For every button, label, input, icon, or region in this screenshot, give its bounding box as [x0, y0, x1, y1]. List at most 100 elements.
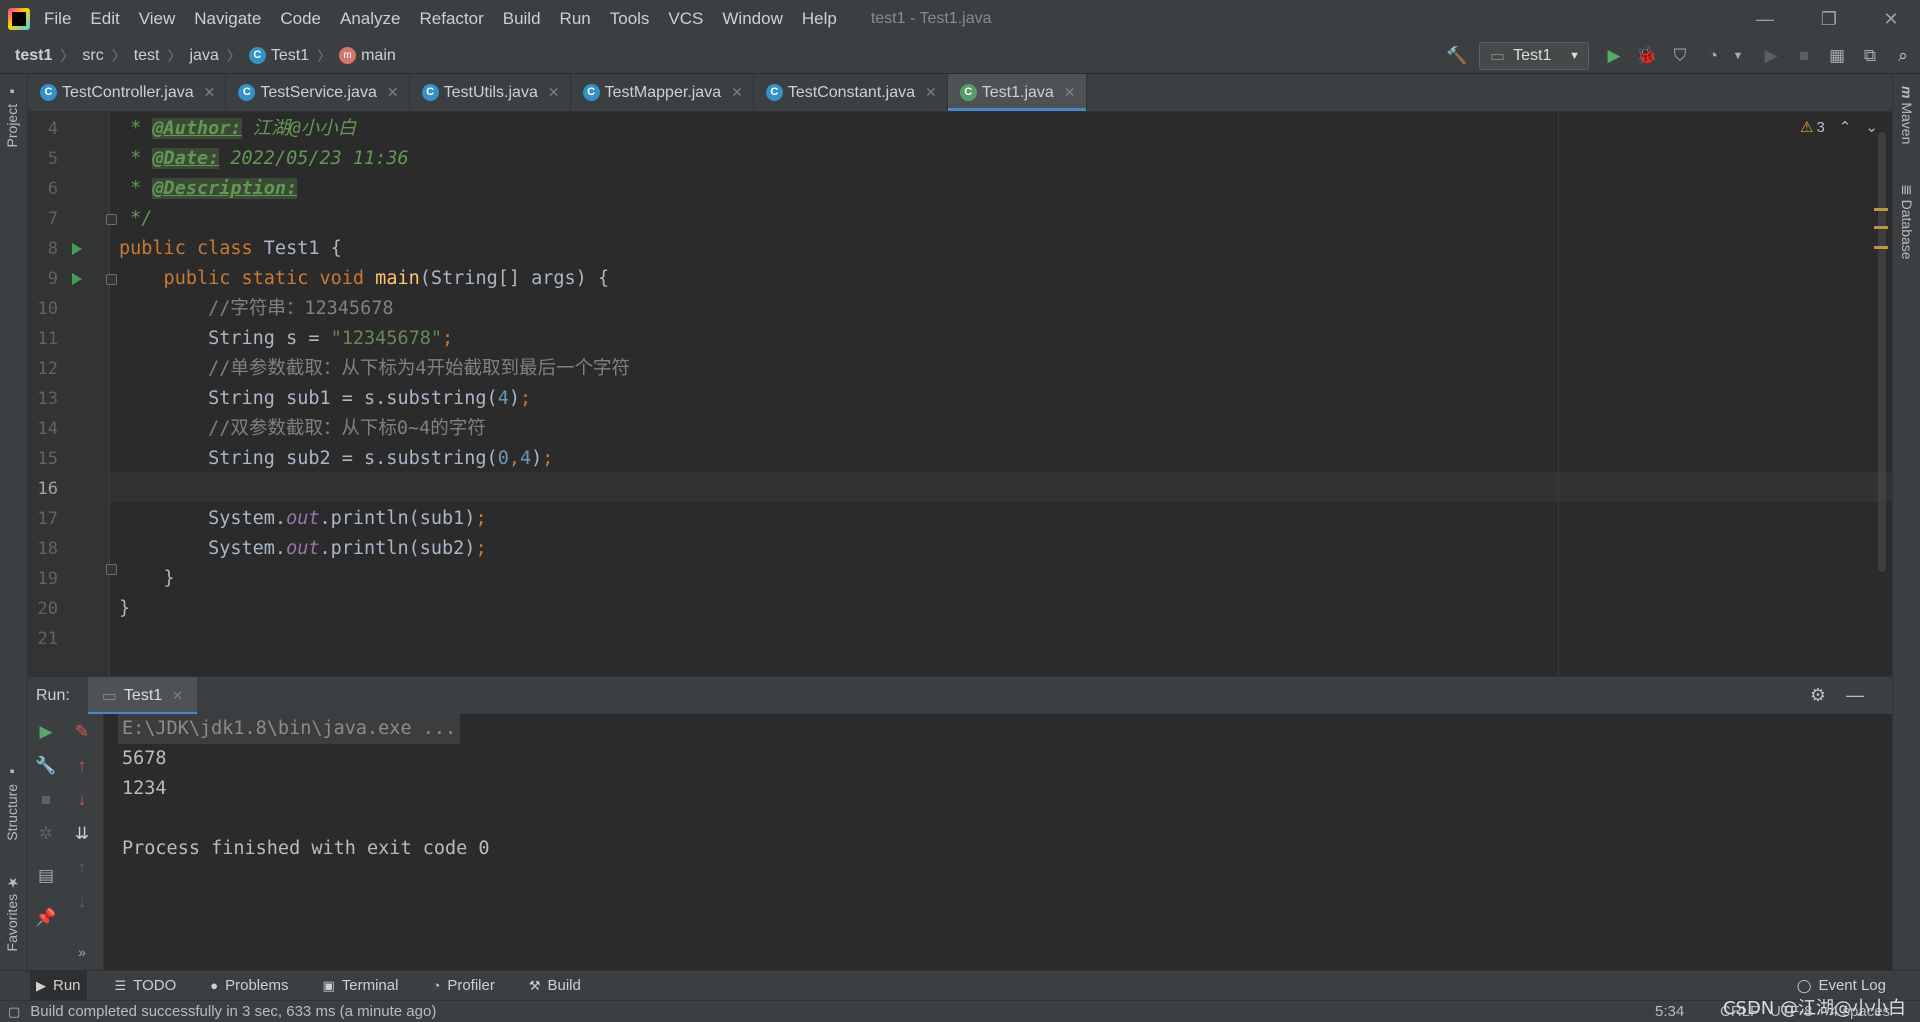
fold-marker-icon[interactable] [106, 564, 117, 575]
menu-view[interactable]: View [139, 9, 176, 29]
close-icon[interactable]: ✕ [731, 84, 743, 101]
code-line: //单参数截取：从下标为4开始截取到最后一个字符 [119, 354, 630, 384]
close-icon[interactable]: ✕ [172, 688, 183, 704]
favorites-tool-tab[interactable]: Favorites ★ [4, 874, 20, 951]
tool-tab-build[interactable]: ⚒ Build [523, 971, 587, 1001]
toggle-tool-windows-icon[interactable]: ▢ [8, 1004, 20, 1020]
layout-icon[interactable]: ▤ [34, 864, 58, 888]
close-icon[interactable]: ✕ [1064, 84, 1076, 101]
run-tab-test1[interactable]: ▭ Test1 ✕ [87, 676, 198, 715]
menu-help[interactable]: Help [802, 9, 837, 29]
close-icon[interactable]: ✕ [204, 84, 216, 101]
menu-edit[interactable]: Edit [90, 9, 119, 29]
run-class-gutter-icon[interactable] [72, 243, 82, 255]
tool-tab-profiler[interactable]: ◔ Profiler [426, 971, 500, 1001]
chevron-right-icon: 〉 [111, 47, 126, 64]
fold-marker-icon[interactable] [106, 214, 117, 225]
wrench-icon[interactable]: 🔧 [34, 754, 58, 778]
structure-tool-tab[interactable]: Structure ▪ [4, 764, 20, 841]
console-line: 5678 [122, 748, 167, 769]
line-number: 8 [47, 239, 58, 259]
arrow-down-icon[interactable]: ↓ [70, 788, 94, 812]
number-literal: 0 [497, 448, 509, 469]
tool-tab-terminal[interactable]: ▣ Terminal [316, 971, 404, 1001]
clear-console-icon[interactable]: ✎ [70, 720, 94, 744]
tool-tab-problems[interactable]: ● Problems [204, 971, 294, 1001]
inspection-widget[interactable]: ⚠ 3 ⌃ ⌄ [1800, 118, 1878, 137]
menu-vcs[interactable]: VCS [668, 9, 703, 29]
status-message[interactable]: Build completed successfully in 3 sec, 6… [30, 1003, 436, 1020]
database-tool-tab[interactable]: ≣ Database [1899, 184, 1915, 260]
debug-bug-icon[interactable]: 🐞 [1636, 45, 1658, 67]
search-icon[interactable]: ⌕ [1892, 45, 1914, 67]
tab-testservice[interactable]: C TestService.java ✕ [226, 74, 410, 111]
arrow-up-icon[interactable]: ↑ [70, 754, 94, 778]
run-tab-label: Test1 [123, 686, 163, 704]
hide-panel-icon[interactable]: — [1846, 685, 1864, 706]
warning-stripe-marker[interactable] [1874, 246, 1888, 249]
chevron-up-icon[interactable]: ⌃ [1839, 118, 1852, 136]
tool-tab-run[interactable]: ▶ Run [30, 970, 87, 1001]
run-configuration-select[interactable]: ▭ Test1 ▼ [1479, 42, 1589, 70]
profile-icon[interactable]: ◔ [1702, 45, 1724, 67]
menu-run[interactable]: Run [560, 9, 591, 29]
project-tool-tab[interactable]: Project ▪ [4, 84, 20, 147]
warning-stripe-marker[interactable] [1874, 208, 1888, 211]
menu-tools[interactable]: Tools [610, 9, 650, 29]
tab-test1[interactable]: C Test1.java ✕ [947, 74, 1087, 111]
presentation-icon[interactable]: ⧉ [1859, 45, 1881, 67]
run-method-gutter-icon[interactable] [72, 273, 82, 285]
chevron-down-icon[interactable]: ▼ [1727, 45, 1749, 67]
close-button[interactable]: ✕ [1862, 0, 1920, 38]
warning-count: 3 [1816, 118, 1825, 136]
gear-icon[interactable]: ⚙ [1810, 685, 1826, 706]
tab-testcontroller[interactable]: C TestController.java ✕ [28, 74, 227, 111]
menu-analyze[interactable]: Analyze [340, 9, 400, 29]
menu-window[interactable]: Window [722, 9, 782, 29]
menu-navigate[interactable]: Navigate [194, 9, 261, 29]
console-command-line[interactable]: E:\JDK\jdk1.8\bin\java.exe ... [118, 714, 461, 744]
menu-build[interactable]: Build [503, 9, 541, 29]
console-output[interactable]: E:\JDK\jdk1.8\bin\java.exe ... 5678 1234… [104, 714, 1892, 970]
stop-icon: ■ [40, 790, 52, 809]
breadcrumb-class[interactable]: Test1 [271, 47, 309, 65]
more-icon[interactable]: » [70, 940, 94, 964]
breadcrumb-java[interactable]: java [189, 47, 218, 65]
tab-testconstant[interactable]: C TestConstant.java ✕ [754, 74, 948, 111]
tab-testutils[interactable]: C TestUtils.java ✕ [410, 74, 571, 111]
close-icon[interactable]: ✕ [925, 84, 937, 101]
build-hammer-icon[interactable]: 🔨 [1446, 45, 1468, 67]
coverage-shield-icon[interactable]: ⛉ [1669, 45, 1691, 67]
project-structure-icon[interactable]: ▦ [1826, 45, 1848, 67]
code-line: String s = "12345678"; [119, 324, 453, 354]
event-log-icon: ◯ [1796, 977, 1812, 993]
menu-code[interactable]: Code [280, 9, 321, 29]
breadcrumb-src[interactable]: src [82, 47, 103, 65]
menu-file[interactable]: File [44, 9, 71, 29]
menu-refactor[interactable]: Refactor [419, 9, 483, 29]
breadcrumb-test[interactable]: test [134, 47, 160, 65]
rerun-icon[interactable]: ▶ [34, 720, 58, 744]
caret-position[interactable]: 5:34 [1655, 1003, 1684, 1020]
intellij-logo-icon[interactable] [8, 8, 30, 30]
chevron-down-icon[interactable]: ⌄ [1865, 118, 1878, 136]
breadcrumb-method[interactable]: main [361, 47, 396, 65]
tool-tab-label: Problems [225, 977, 289, 994]
doc-comment: * [119, 118, 153, 139]
breadcrumb-project[interactable]: test1 [15, 47, 52, 65]
pin-icon[interactable]: 📌 [34, 906, 58, 930]
close-icon[interactable]: ✕ [387, 84, 399, 101]
maven-tool-tab[interactable]: m Maven [1899, 86, 1915, 144]
run-icon[interactable]: ▶ [1603, 45, 1625, 67]
soft-wrap-icon[interactable]: ⇊ [70, 822, 94, 846]
minimize-button[interactable]: — [1736, 0, 1794, 38]
code-editor[interactable]: 4 5 6 7 8 9 10 11 12 13 14 15 16 17 18 1… [28, 112, 1892, 676]
tool-tab-todo[interactable]: ☰ TODO [109, 971, 183, 1001]
code-line: * @Date: 2022/05/23 11:36 [119, 144, 409, 174]
warning-stripe-marker[interactable] [1874, 226, 1888, 229]
vertical-scrollbar[interactable] [1878, 132, 1886, 572]
fold-marker-icon[interactable] [106, 274, 117, 285]
close-icon[interactable]: ✕ [548, 84, 560, 101]
restore-button[interactable]: ❐ [1800, 0, 1858, 38]
tab-testmapper[interactable]: C TestMapper.java ✕ [571, 74, 754, 111]
